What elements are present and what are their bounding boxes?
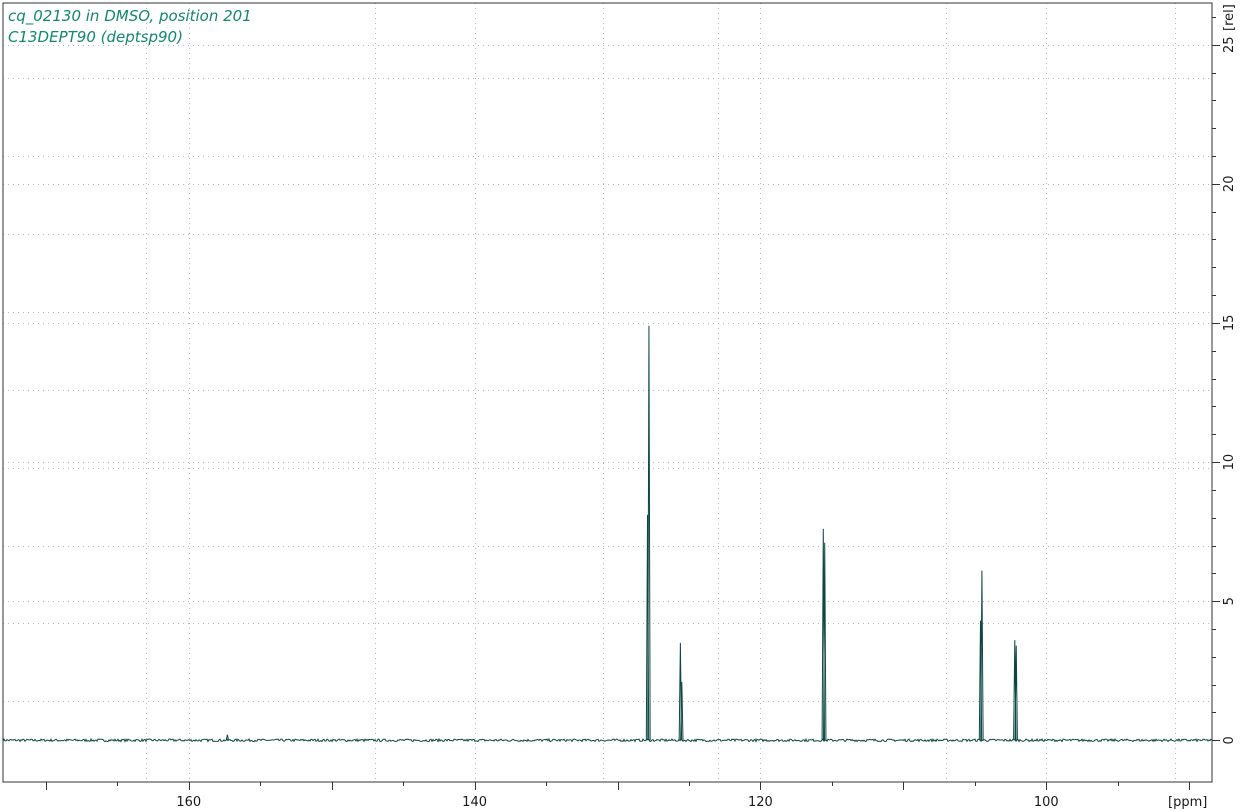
y-axis-unit-label: [rel] [1222,4,1237,31]
x-tick-label: 120 [748,795,773,810]
y-tick-label: 0 [1222,736,1237,744]
y-tick-label: 5 [1222,597,1237,605]
y-tick-label: 20 [1222,176,1237,193]
y-tick-label: 10 [1222,454,1237,471]
spectrum-title: cq_02130 in DMSO, position 201 [8,7,252,26]
y-tick-label: 15 [1222,315,1237,332]
x-axis-unit-label: [ppm] [1168,795,1207,810]
x-tick-label: 140 [462,795,487,810]
spectrum-view: 160 140 120 100 0 5 10 15 20 25 cq_02130 in DMSO,… [0,0,1243,811]
x-tick-label: 100 [1034,795,1059,810]
spectrum-subtitle: C13DEPT90 (deptsp90) [8,28,183,46]
y-tick-label: 25 [1222,36,1237,53]
plot-background [0,0,1243,811]
x-tick-label: 160 [176,795,201,810]
